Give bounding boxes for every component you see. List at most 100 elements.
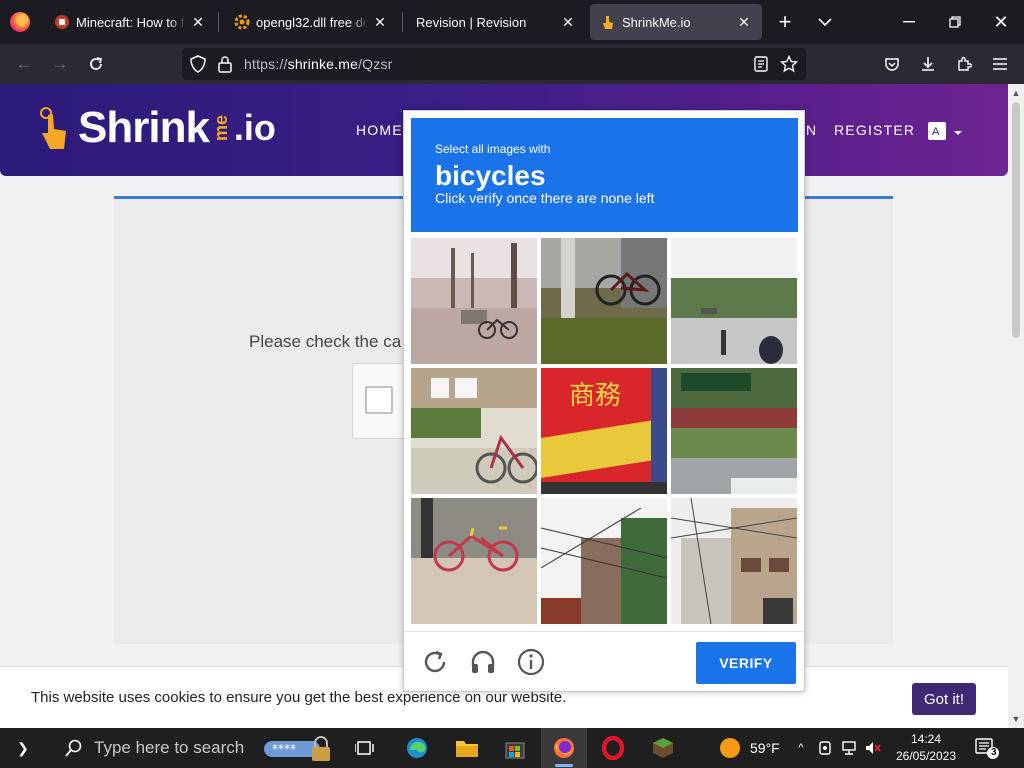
- password-lock-icon[interactable]: ****: [262, 728, 334, 768]
- captcha-prompt-text: Please check the ca: [249, 332, 402, 351]
- reader-view-icon[interactable]: [754, 56, 768, 77]
- url-scheme: https://: [244, 56, 288, 72]
- tab-shrinkme[interactable]: ShrinkMe.io ✕: [590, 4, 762, 40]
- tab-title: Revision | Revision: [416, 14, 527, 30]
- page-scrollbar[interactable]: ▲ ▼: [1008, 84, 1024, 728]
- task-view-icon[interactable]: [352, 728, 378, 768]
- captcha-tile[interactable]: [541, 498, 667, 624]
- challenge-instruction: Select all images with: [435, 142, 551, 156]
- browser-toolbar: ← → https://shrinke.me/Qzsr: [0, 44, 1024, 84]
- menu-hamburger-icon[interactable]: [986, 50, 1014, 78]
- file-explorer-icon[interactable]: [450, 728, 484, 768]
- tab-close-icon[interactable]: ✕: [190, 14, 206, 31]
- translate-icon: A: [928, 122, 962, 140]
- captcha-tile[interactable]: [411, 368, 537, 494]
- tab-list-chevron-icon[interactable]: [802, 0, 848, 44]
- tab-close-icon[interactable]: ✕: [736, 14, 752, 31]
- tab-separator: [218, 12, 219, 32]
- minecraft-launcher-icon[interactable]: [646, 728, 680, 768]
- info-icon[interactable]: [516, 647, 546, 677]
- lock-icon[interactable]: [218, 55, 232, 78]
- weather-sun-icon[interactable]: [716, 728, 744, 768]
- nav-register-link[interactable]: REGISTER: [834, 122, 915, 138]
- tray-overflow-chevron-icon[interactable]: ^: [790, 728, 812, 768]
- network-icon[interactable]: [838, 728, 860, 768]
- svg-text:****: ****: [272, 742, 296, 756]
- edge-browser-icon[interactable]: [400, 728, 434, 768]
- notification-center-icon[interactable]: 3: [972, 728, 1002, 768]
- scroll-down-icon[interactable]: ▼: [1008, 712, 1024, 726]
- taskbar-clock[interactable]: 14:24 26/05/2023: [888, 731, 964, 765]
- minimize-icon[interactable]: [886, 0, 932, 44]
- camera-privacy-icon[interactable]: [814, 728, 836, 768]
- scroll-thumb[interactable]: [1012, 102, 1020, 338]
- url-path: /Qzsr: [358, 56, 393, 72]
- clock-time: 14:24: [910, 732, 942, 746]
- tab-opengl[interactable]: opengl32.dll free dow ✕: [224, 4, 398, 40]
- show-more-chevron-icon[interactable]: ❯: [10, 728, 36, 768]
- tab-title: opengl32.dll free dow: [256, 14, 368, 30]
- restore-icon[interactable]: [932, 0, 978, 44]
- volume-muted-icon[interactable]: [862, 728, 884, 768]
- logo-text: Shrink: [78, 103, 210, 152]
- captcha-tile[interactable]: [411, 498, 537, 624]
- address-bar[interactable]: https://shrinke.me/Qzsr: [182, 48, 806, 80]
- opera-icon[interactable]: [596, 728, 630, 768]
- browser-tab-bar: Minecraft: How to fix ✕ opengl32.dll fre…: [0, 0, 1024, 44]
- challenge-subtext: Click verify once there are none left: [435, 190, 655, 206]
- captcha-tile[interactable]: 商務: [541, 368, 667, 494]
- verify-button[interactable]: VERIFY: [696, 642, 796, 684]
- nav-home-link[interactable]: HOME: [356, 122, 403, 138]
- url-host: shrinke.me: [287, 56, 359, 72]
- tab-minecraft[interactable]: Minecraft: How to fix ✕: [44, 4, 216, 40]
- scroll-up-icon[interactable]: ▲: [1008, 86, 1024, 100]
- pocket-icon[interactable]: [878, 50, 906, 78]
- captcha-tile[interactable]: [671, 368, 797, 494]
- tab-revision[interactable]: Revision | Revision ✕: [406, 4, 586, 40]
- search-icon[interactable]: [62, 728, 86, 768]
- shrinkme-logo[interactable]: Shrink me .io: [36, 98, 276, 158]
- captcha-tile[interactable]: [411, 238, 537, 364]
- weather-temperature[interactable]: 59°F: [750, 740, 780, 756]
- tracking-shield-icon[interactable]: [190, 55, 206, 78]
- taskbar-search-input[interactable]: Type here to search: [94, 738, 244, 758]
- tab-title: Minecraft: How to fix: [76, 14, 186, 30]
- url-text[interactable]: https://shrinke.me/Qzsr: [244, 56, 393, 72]
- logo-tld-text: .io: [233, 107, 276, 148]
- svg-text:商務: 商務: [569, 381, 621, 411]
- tab-close-icon[interactable]: ✕: [560, 14, 576, 31]
- svg-text:A: A: [932, 126, 940, 138]
- firefox-taskbar-icon[interactable]: [547, 728, 581, 768]
- recaptcha-checkbox[interactable]: [365, 386, 393, 414]
- tab-close-icon[interactable]: ✕: [372, 14, 388, 31]
- reload-challenge-icon[interactable]: [420, 647, 450, 677]
- close-window-icon[interactable]: ✕: [978, 0, 1024, 44]
- audio-challenge-headphones-icon[interactable]: [468, 647, 498, 677]
- clock-date: 26/05/2023: [895, 749, 957, 763]
- cookie-accept-button[interactable]: Got it!: [912, 683, 976, 715]
- reload-icon[interactable]: [82, 50, 110, 78]
- recaptcha-challenge-popup: Select all images with bicycles Click ve…: [403, 110, 805, 692]
- captcha-tile[interactable]: [671, 498, 797, 624]
- tab-title: ShrinkMe.io: [622, 14, 691, 30]
- challenge-footer: VERIFY: [404, 631, 804, 692]
- windows-taskbar: ❯ Type here to search **** 59°F ^ 14:24: [0, 728, 1024, 768]
- challenge-header: Select all images with bicycles Click ve…: [411, 118, 798, 232]
- hand-cursor-logo-icon: [40, 107, 66, 149]
- hand-favicon-icon: [600, 14, 616, 30]
- language-selector[interactable]: A: [928, 120, 966, 142]
- image-tile-grid: 商務: [411, 238, 798, 625]
- microsoft-store-icon[interactable]: [498, 728, 532, 768]
- bookmark-star-icon[interactable]: [779, 54, 799, 78]
- firefox-icon[interactable]: [10, 12, 30, 32]
- nav-login-link[interactable]: N: [806, 122, 817, 138]
- notification-count-badge: 3: [991, 747, 997, 758]
- extensions-icon[interactable]: [950, 50, 978, 78]
- downloads-icon[interactable]: [914, 50, 942, 78]
- captcha-tile[interactable]: [541, 238, 667, 364]
- logo-me-text: me: [210, 114, 231, 141]
- forward-arrow-icon[interactable]: →: [46, 50, 74, 78]
- back-arrow-icon[interactable]: ←: [10, 50, 38, 78]
- captcha-tile[interactable]: [671, 238, 797, 364]
- challenge-target: bicycles: [435, 160, 546, 191]
